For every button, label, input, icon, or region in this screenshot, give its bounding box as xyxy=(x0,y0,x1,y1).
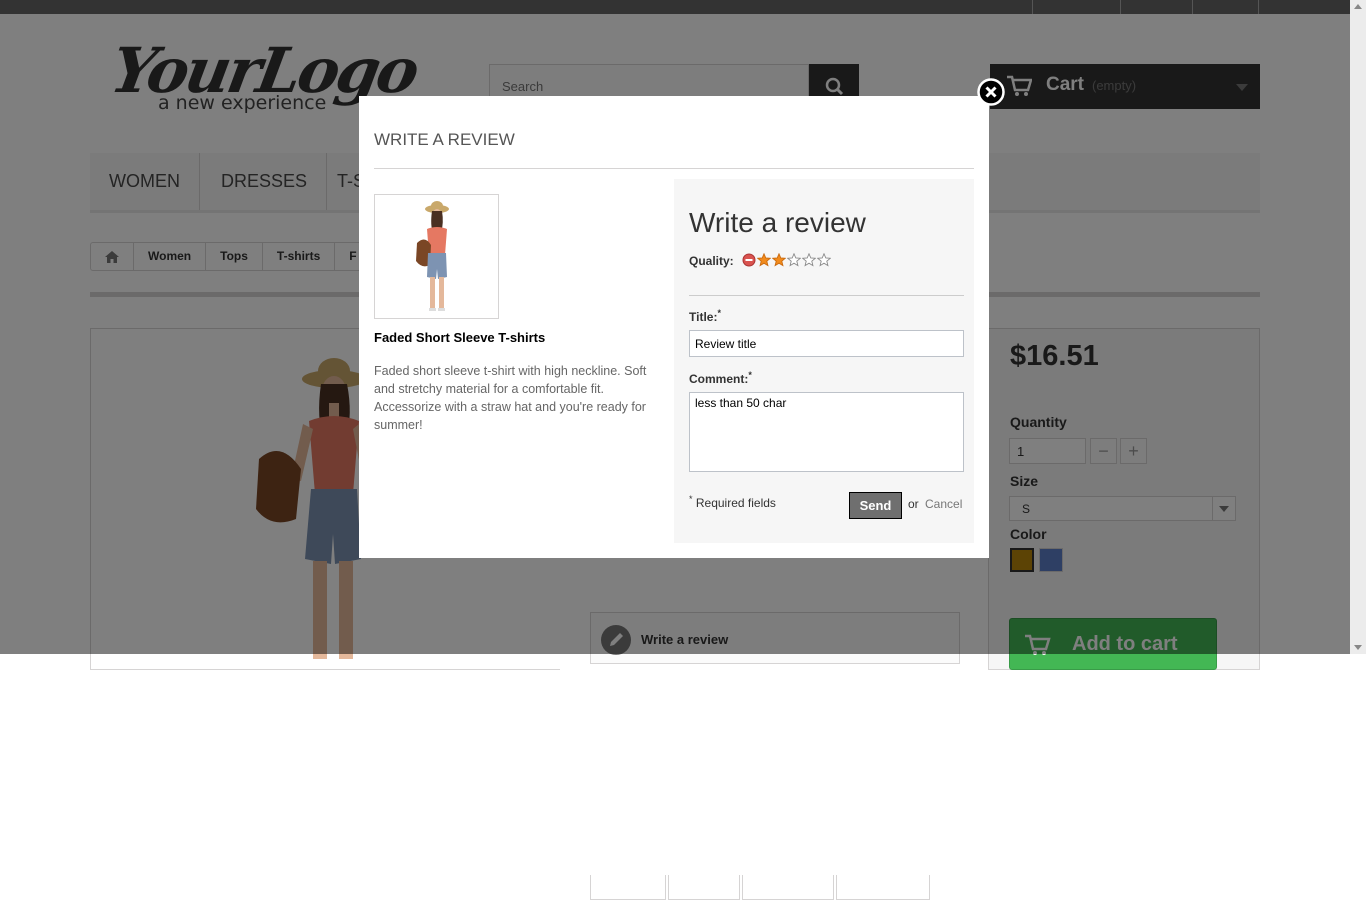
top-bar xyxy=(0,0,1366,14)
action-tab[interactable] xyxy=(836,875,930,900)
scroll-down-arrow-icon[interactable] xyxy=(1354,645,1362,650)
required-mark: * xyxy=(717,308,721,318)
product-name: Faded Short Sleeve T-shirts xyxy=(374,330,546,345)
star-empty-icon[interactable] xyxy=(817,252,831,267)
comment-label: Comment:* xyxy=(689,370,752,386)
title-label: Title:* xyxy=(689,308,721,324)
top-bar-divider xyxy=(1120,0,1121,14)
modal-heading: WRITE A REVIEW xyxy=(374,130,515,149)
product-thumbnail xyxy=(374,194,499,319)
send-button[interactable]: Send xyxy=(849,492,902,519)
close-button[interactable] xyxy=(977,78,1005,106)
action-tab[interactable] xyxy=(668,875,740,900)
required-mark: * xyxy=(748,370,752,380)
review-comment-textarea[interactable]: less than 50 char xyxy=(689,392,964,472)
scrollbar[interactable] xyxy=(1350,0,1366,654)
top-bar-divider xyxy=(1192,0,1193,14)
quality-label: Quality: xyxy=(689,254,734,268)
top-bar-divider xyxy=(1032,0,1033,14)
star-empty-icon[interactable] xyxy=(802,252,816,267)
rating-cancel-icon[interactable] xyxy=(742,253,756,267)
close-icon xyxy=(977,78,1005,106)
star-empty-icon[interactable] xyxy=(787,252,801,267)
or-text: or xyxy=(908,497,919,511)
form-title: Write a review xyxy=(689,207,866,238)
form-divider xyxy=(689,295,964,296)
action-tab[interactable] xyxy=(590,875,666,900)
review-title-input[interactable] xyxy=(689,330,964,357)
product-description: Faded short sleeve t-shirt with high nec… xyxy=(374,364,647,432)
required-fields-note: * Required fields xyxy=(689,494,776,510)
star-filled-icon[interactable] xyxy=(757,252,771,267)
scroll-up-arrow-icon[interactable] xyxy=(1354,4,1362,9)
star-rating[interactable] xyxy=(742,252,831,267)
modal-divider xyxy=(374,168,974,169)
cancel-link[interactable]: Cancel xyxy=(925,497,962,511)
star-filled-icon[interactable] xyxy=(772,252,786,267)
action-tab[interactable] xyxy=(742,875,834,900)
top-bar-divider xyxy=(1258,0,1259,14)
